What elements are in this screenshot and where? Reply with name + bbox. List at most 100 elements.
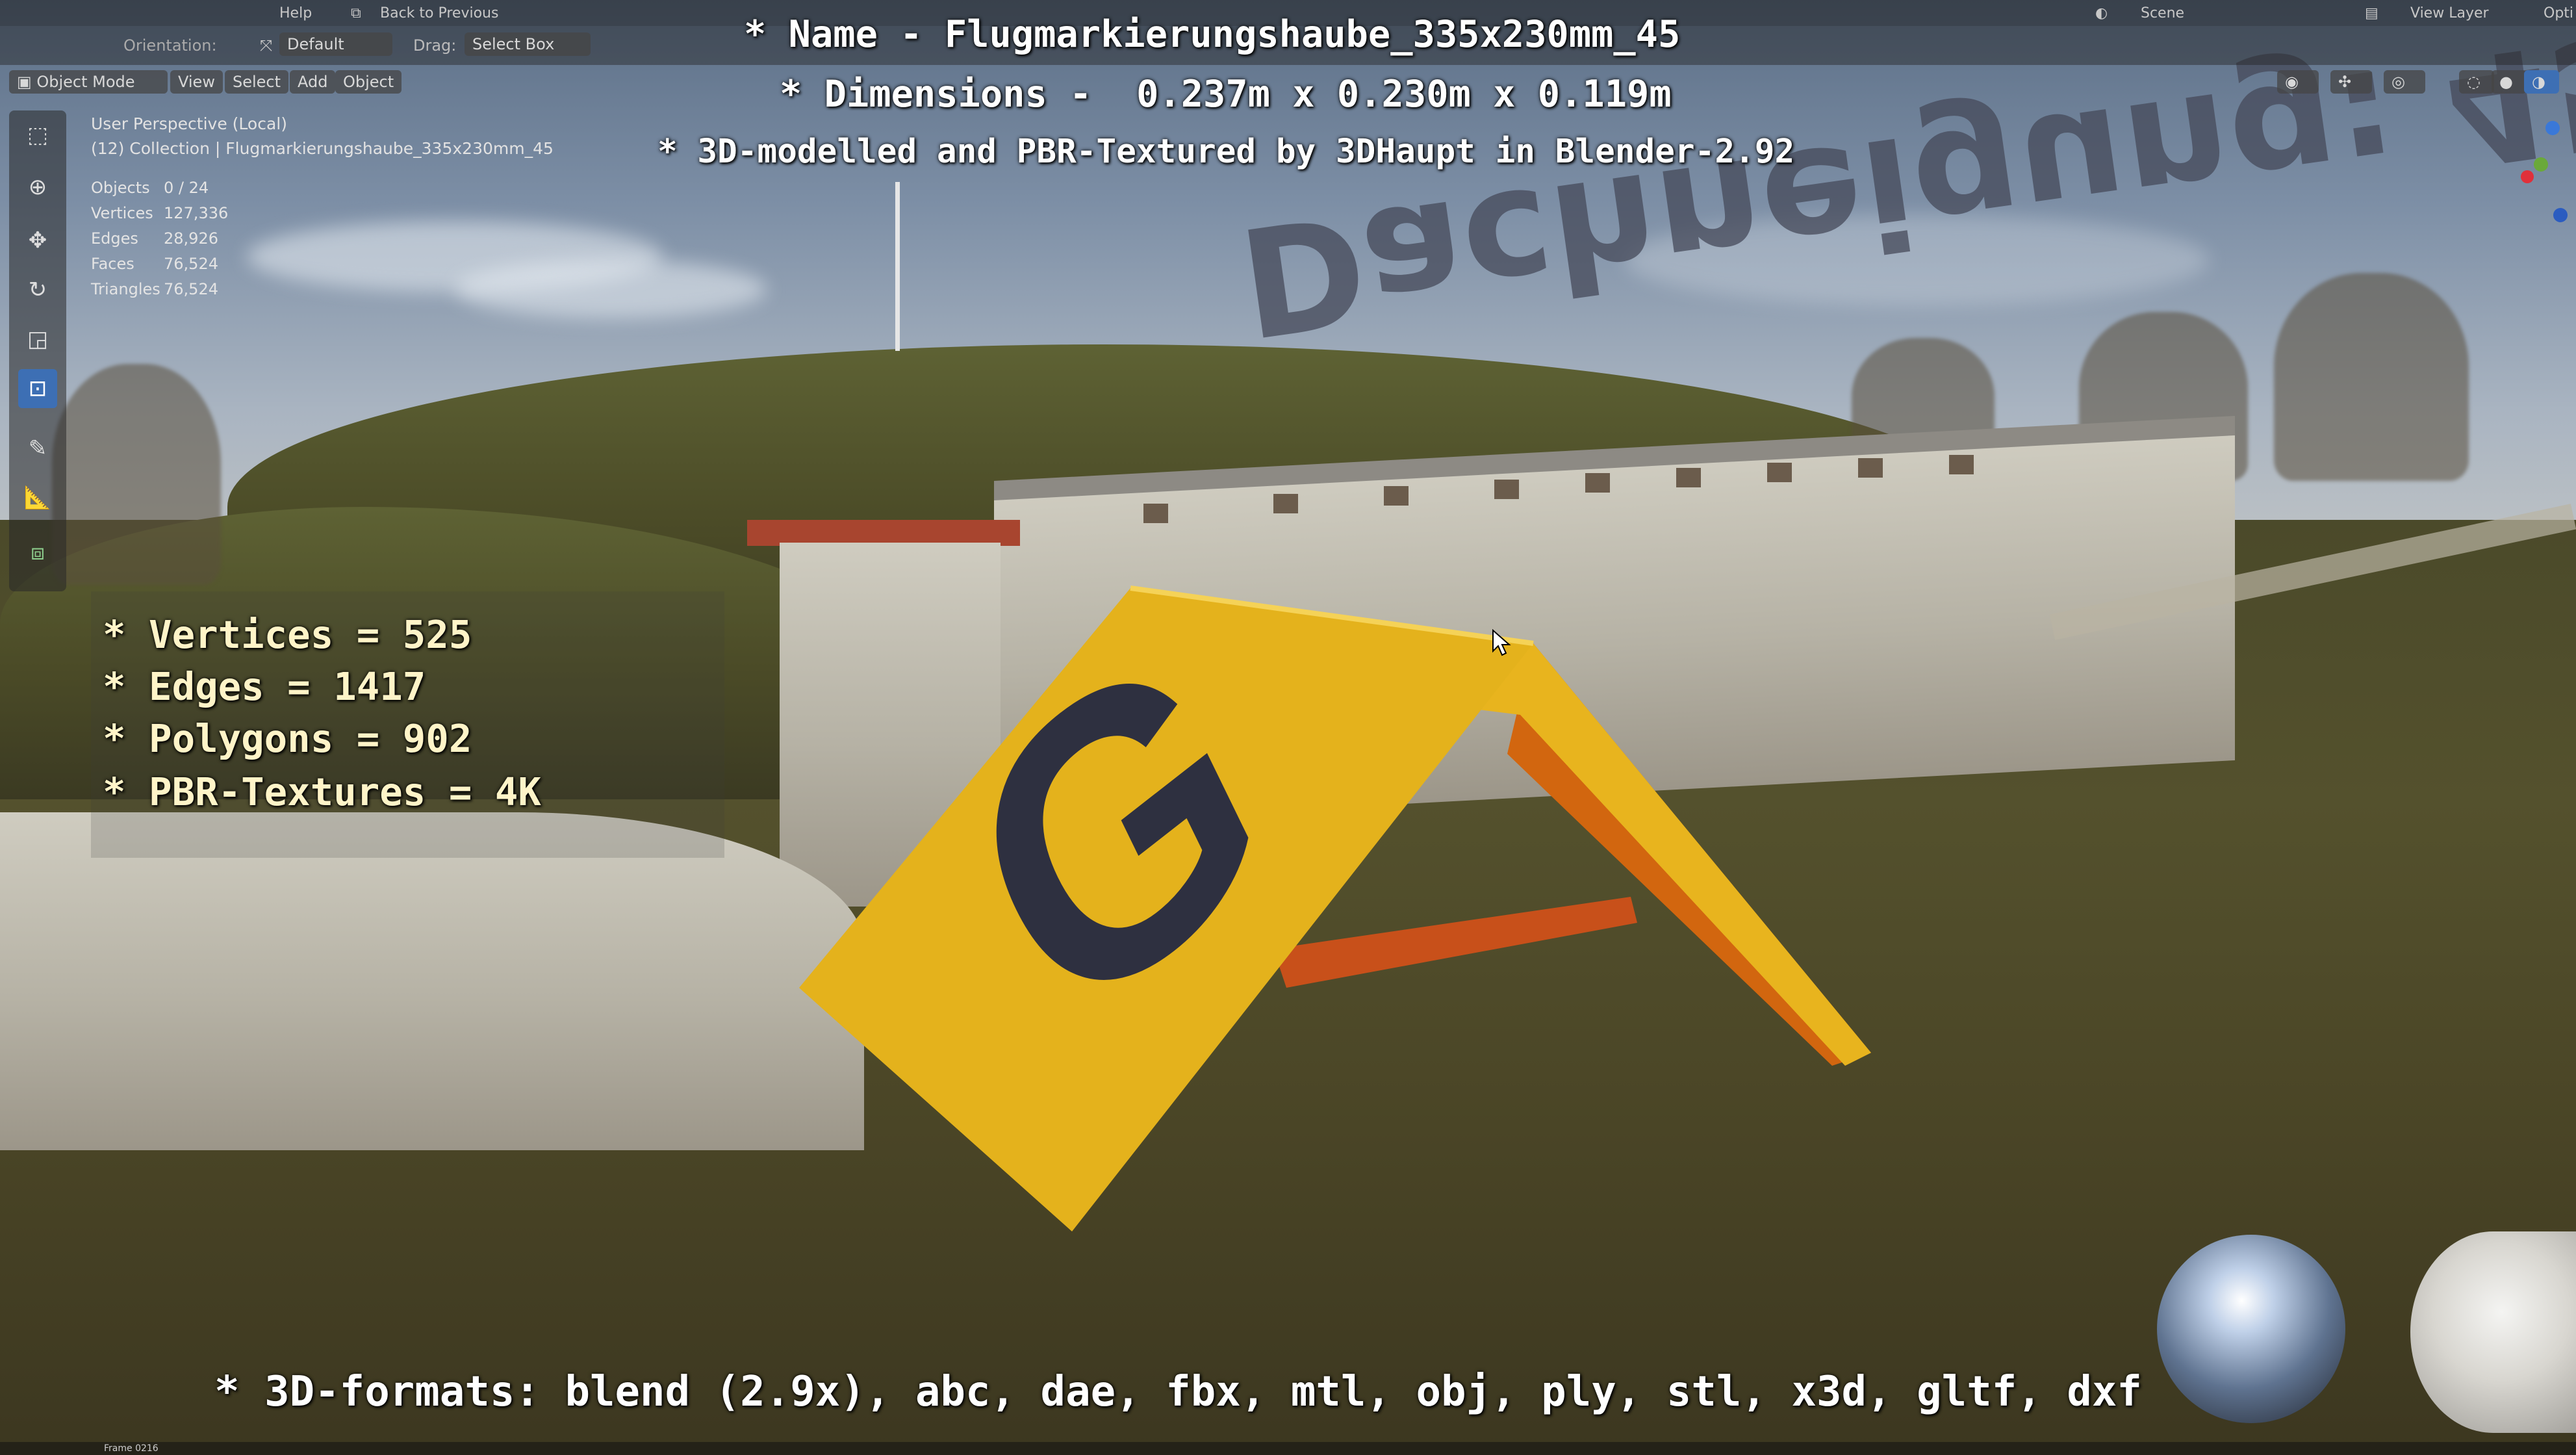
- orientation-label: Orientation:: [123, 36, 217, 55]
- stat-label: Faces: [91, 255, 134, 273]
- select-box-icon: ⬚: [27, 122, 49, 148]
- drag-label: Drag:: [413, 36, 457, 55]
- collection-label: (12) Collection | Flugmarkierungshaube_3…: [91, 139, 554, 158]
- rotate-tool[interactable]: ↻: [18, 270, 57, 309]
- cursor-icon: ⊕: [28, 174, 47, 200]
- solid-shading-icon[interactable]: ●: [2492, 70, 2527, 94]
- z-axis-icon: [2545, 121, 2560, 135]
- view-layer-icon: ▤: [2365, 5, 2378, 21]
- loophole: [1143, 504, 1168, 523]
- scale-icon: ◲: [27, 326, 49, 352]
- pivot-icon: ⤧: [260, 36, 273, 55]
- object-mode-icon: ▣: [17, 73, 37, 91]
- frame-label: Frame 0216: [104, 1443, 159, 1454]
- spec-edges: * Edges = 1417: [103, 664, 426, 709]
- visibility-icon[interactable]: ◉: [2277, 70, 2319, 94]
- spec-polygons: * Polygons = 902: [103, 716, 472, 761]
- annotate-tool[interactable]: ✎: [18, 429, 57, 468]
- overlay-credit-line: * 3D-modelled and PBR-Textured by 3DHaup…: [657, 133, 1795, 171]
- overlay-name-line: * Name - Flugmarkierungshaube_335x230mm_…: [744, 13, 1681, 56]
- select-box-tool[interactable]: ⬚: [18, 116, 57, 155]
- rotate-icon: ↻: [28, 277, 47, 303]
- transform-icon: ⊡: [28, 376, 47, 402]
- drag-select-box-dropdown[interactable]: Select Box: [465, 32, 591, 56]
- scale-tool[interactable]: ◲: [18, 320, 57, 359]
- view-menu[interactable]: View: [170, 70, 223, 94]
- wireframe-shading-icon[interactable]: ◌: [2459, 70, 2494, 94]
- neg-z-axis-icon: [2553, 208, 2568, 222]
- overlay-formats-line: * 3D-formats: blend (2.9x), abc, dae, fb…: [214, 1368, 2142, 1416]
- stat-row: Faces 76,524: [91, 255, 228, 280]
- tree: [52, 364, 221, 585]
- object-menu[interactable]: Object: [335, 70, 402, 94]
- back-to-previous-icon: ⧉: [351, 5, 361, 21]
- stat-row: Vertices 127,336: [91, 204, 228, 229]
- stat-row: Edges 28,926: [91, 229, 228, 255]
- loophole: [1676, 468, 1701, 487]
- cursor-tool[interactable]: ⊕: [18, 168, 57, 207]
- roof: [747, 520, 1020, 546]
- add-cube-icon: ⧈: [31, 539, 45, 565]
- overlay-icon[interactable]: ◎: [2384, 70, 2425, 94]
- scene-statistics: Objects 0 / 24 Vertices 127,336 Edges 28,92…: [91, 179, 228, 305]
- hdri-chrome-sphere: [2157, 1235, 2345, 1423]
- stat-label: Vertices: [91, 204, 153, 222]
- select-menu[interactable]: Select: [225, 70, 289, 94]
- loophole: [1384, 486, 1409, 506]
- viewport-info: User Perspective (Local) (12) Collection…: [91, 114, 554, 158]
- flight-marker-model[interactable]: [793, 585, 1897, 1248]
- measure-tool[interactable]: 📐: [18, 478, 57, 517]
- loophole: [1273, 494, 1298, 513]
- gizmo-icon[interactable]: ✣: [2330, 70, 2372, 94]
- move-tool[interactable]: ✥: [18, 221, 57, 260]
- spec-vertices: * Vertices = 525: [103, 612, 472, 657]
- add-menu[interactable]: Add: [290, 70, 336, 94]
- model-crossbar: [1273, 897, 1637, 988]
- overlay-dimensions-line: * Dimensions - 0.237m x 0.230m x 0.119m: [780, 73, 1672, 116]
- help-menu[interactable]: Help: [279, 5, 312, 21]
- viewport-header: ▣ Object Mode View Select Add Object: [0, 68, 455, 97]
- y-axis-icon: [2534, 157, 2548, 172]
- navigation-gizmo[interactable]: [2514, 117, 2576, 227]
- back-to-previous-button[interactable]: Back to Previous: [380, 5, 498, 21]
- move-icon: ✥: [28, 227, 47, 253]
- mode-label: Object Mode: [36, 73, 135, 91]
- rendered-shading-icon[interactable]: ◑: [2524, 70, 2559, 94]
- spec-textures: * PBR-Textures = 4K: [103, 769, 541, 814]
- hdri-diffuse-sphere: [2410, 1231, 2576, 1433]
- mode-dropdown[interactable]: ▣ Object Mode: [9, 70, 168, 94]
- left-toolbar: ⬚ ⊕ ✥ ↻ ◲ ⊡ ✎ 📐 ⧈: [9, 110, 66, 591]
- stat-value: 76,524: [164, 280, 218, 298]
- stat-label: Triangles: [91, 280, 160, 298]
- stat-value: 28,926: [164, 229, 218, 248]
- stat-row: Objects 0 / 24: [91, 179, 228, 204]
- loophole: [1494, 480, 1519, 499]
- options-menu[interactable]: Opti: [2544, 5, 2573, 21]
- measure-icon: 📐: [23, 485, 52, 511]
- cloud: [455, 260, 767, 318]
- scene-selector[interactable]: Scene: [2141, 5, 2184, 21]
- tree: [2274, 273, 2469, 481]
- x-axis-icon: [2521, 170, 2534, 183]
- orientation-default-dropdown[interactable]: Default: [279, 32, 392, 56]
- perspective-label: User Perspective (Local): [91, 114, 287, 133]
- transform-tool[interactable]: ⊡: [18, 369, 57, 408]
- flag-pole: [895, 182, 900, 351]
- scene-icon: ◐: [2095, 5, 2108, 21]
- loophole: [1585, 473, 1610, 493]
- add-cube-tool[interactable]: ⧈: [18, 533, 57, 572]
- view-layer-selector[interactable]: View Layer: [2410, 5, 2489, 21]
- loophole: [1949, 455, 1974, 474]
- annotate-icon: ✎: [28, 435, 47, 461]
- stat-row: Triangles 76,524: [91, 280, 228, 305]
- stat-value: 127,336: [164, 204, 229, 222]
- stat-value: 0 / 24: [164, 179, 209, 197]
- lower-wall: [0, 812, 864, 1150]
- mouse-cursor-icon: [1492, 629, 1511, 656]
- stat-label: Objects: [91, 179, 150, 197]
- loophole: [1767, 463, 1792, 482]
- status-bar: Frame 0216: [0, 1442, 2576, 1455]
- viewport-shading-controls: ◉ ✣ ◎ ◌ ● ◑: [2277, 68, 2576, 97]
- stat-label: Edges: [91, 229, 138, 248]
- stat-value: 76,524: [164, 255, 218, 273]
